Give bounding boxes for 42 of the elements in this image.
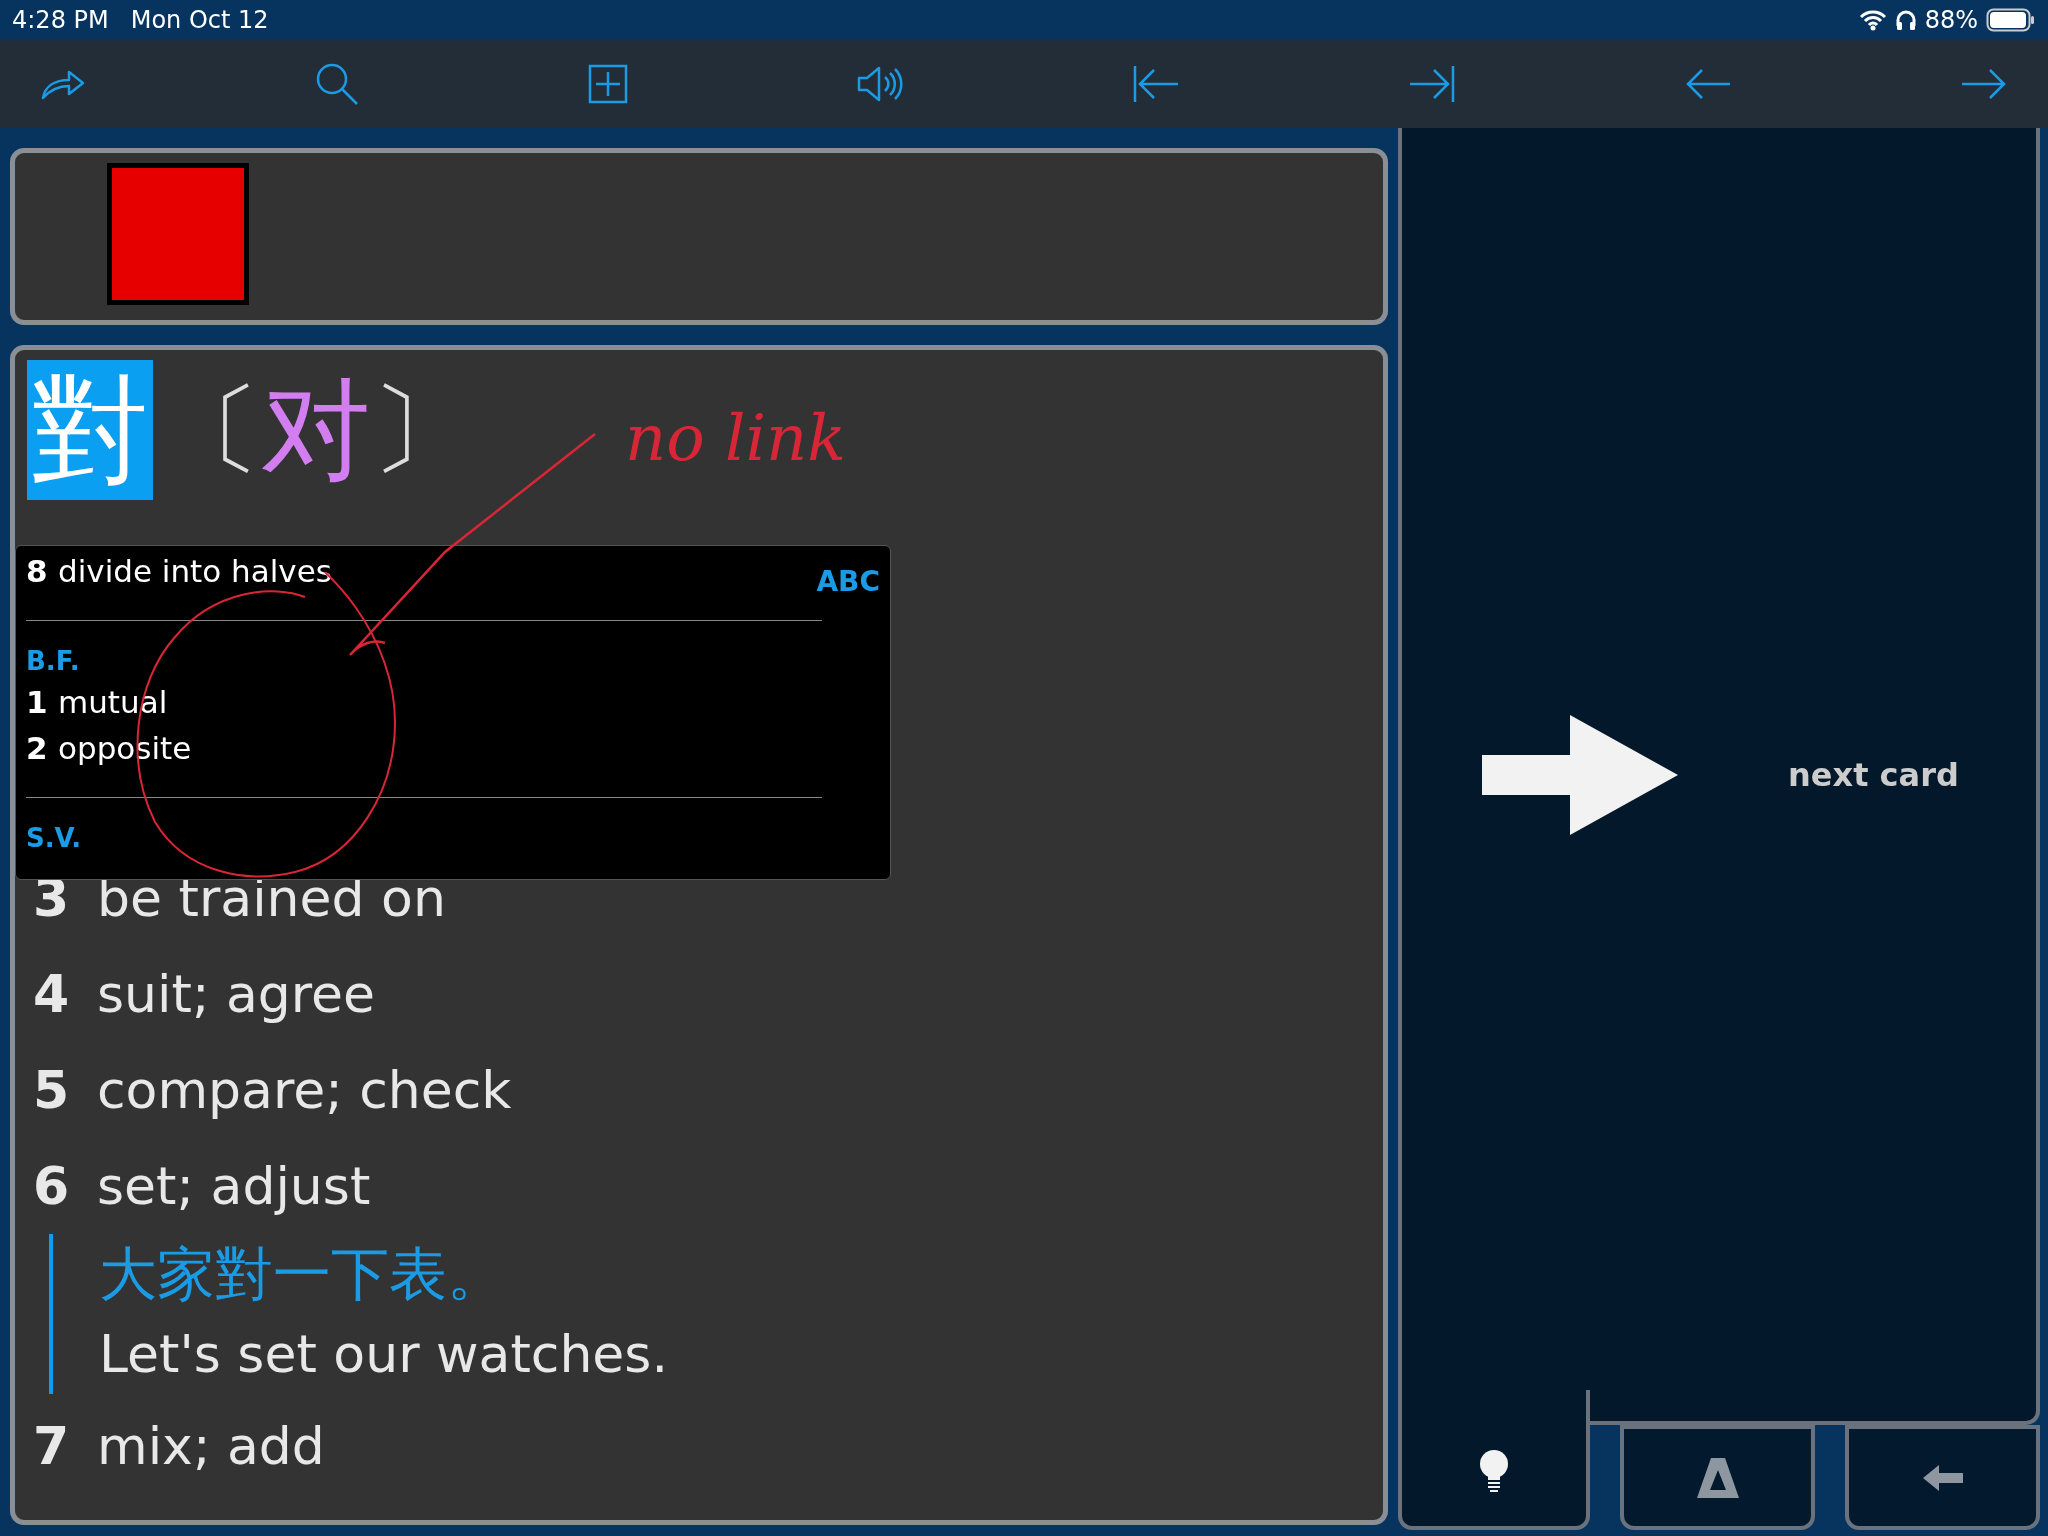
status-time: 4:28 PM: [12, 5, 109, 36]
section-heading: S.V.: [26, 822, 83, 855]
sense-number: 4: [33, 963, 71, 1026]
status-date: Mon Oct 12: [130, 5, 269, 36]
search-icon[interactable]: [314, 61, 360, 107]
sense-number: 5: [33, 1059, 71, 1122]
headword[interactable]: 對: [27, 360, 153, 500]
arrow-left-icon: [1922, 1464, 1963, 1491]
bracket-open: 〔: [161, 380, 261, 480]
sense-number: 6: [33, 1155, 71, 1218]
hint-tab[interactable]: [1398, 1390, 1590, 1530]
first-icon[interactable]: [1132, 64, 1180, 104]
headphones-icon: [1894, 9, 1917, 31]
sense-number: 1: [26, 682, 44, 722]
sense-text: divide into halves: [58, 551, 332, 591]
simplified-character[interactable]: 对: [261, 375, 371, 485]
next-card-panel[interactable]: next card: [1398, 128, 2040, 1425]
battery-icon: [1986, 8, 2036, 32]
sense-text: be trained on: [97, 867, 446, 930]
speaker-icon[interactable]: [856, 64, 904, 104]
wifi-icon: [1858, 9, 1887, 31]
delta-tab[interactable]: [1620, 1425, 1815, 1530]
handwritten-note: no link: [625, 400, 847, 477]
battery-percentage: 88%: [1924, 5, 1978, 36]
add-icon[interactable]: [588, 64, 628, 104]
sense-number: 2: [26, 728, 44, 768]
sense-number: 7: [33, 1415, 71, 1478]
back-tab[interactable]: [1845, 1425, 2040, 1530]
arrow-right-icon: [1482, 714, 1678, 835]
sense-text: mix; add: [97, 1415, 325, 1478]
bracket-close: 〕: [371, 380, 471, 480]
sense-text: compare; check: [97, 1059, 512, 1122]
abc-label[interactable]: ABC: [816, 561, 880, 603]
section-heading: B.F.: [26, 645, 81, 678]
sense-number: 8: [26, 551, 44, 591]
example-chinese[interactable]: 大家對一下表。: [99, 1234, 1383, 1314]
next-card-label: next card: [1788, 754, 1959, 796]
sense-text: set; adjust: [97, 1155, 371, 1218]
sense-text: suit; agree: [97, 963, 376, 1026]
example-english: Let's set our watches.: [99, 1323, 669, 1386]
last-icon[interactable]: [1408, 64, 1456, 104]
triangle-icon: [1696, 1457, 1739, 1498]
